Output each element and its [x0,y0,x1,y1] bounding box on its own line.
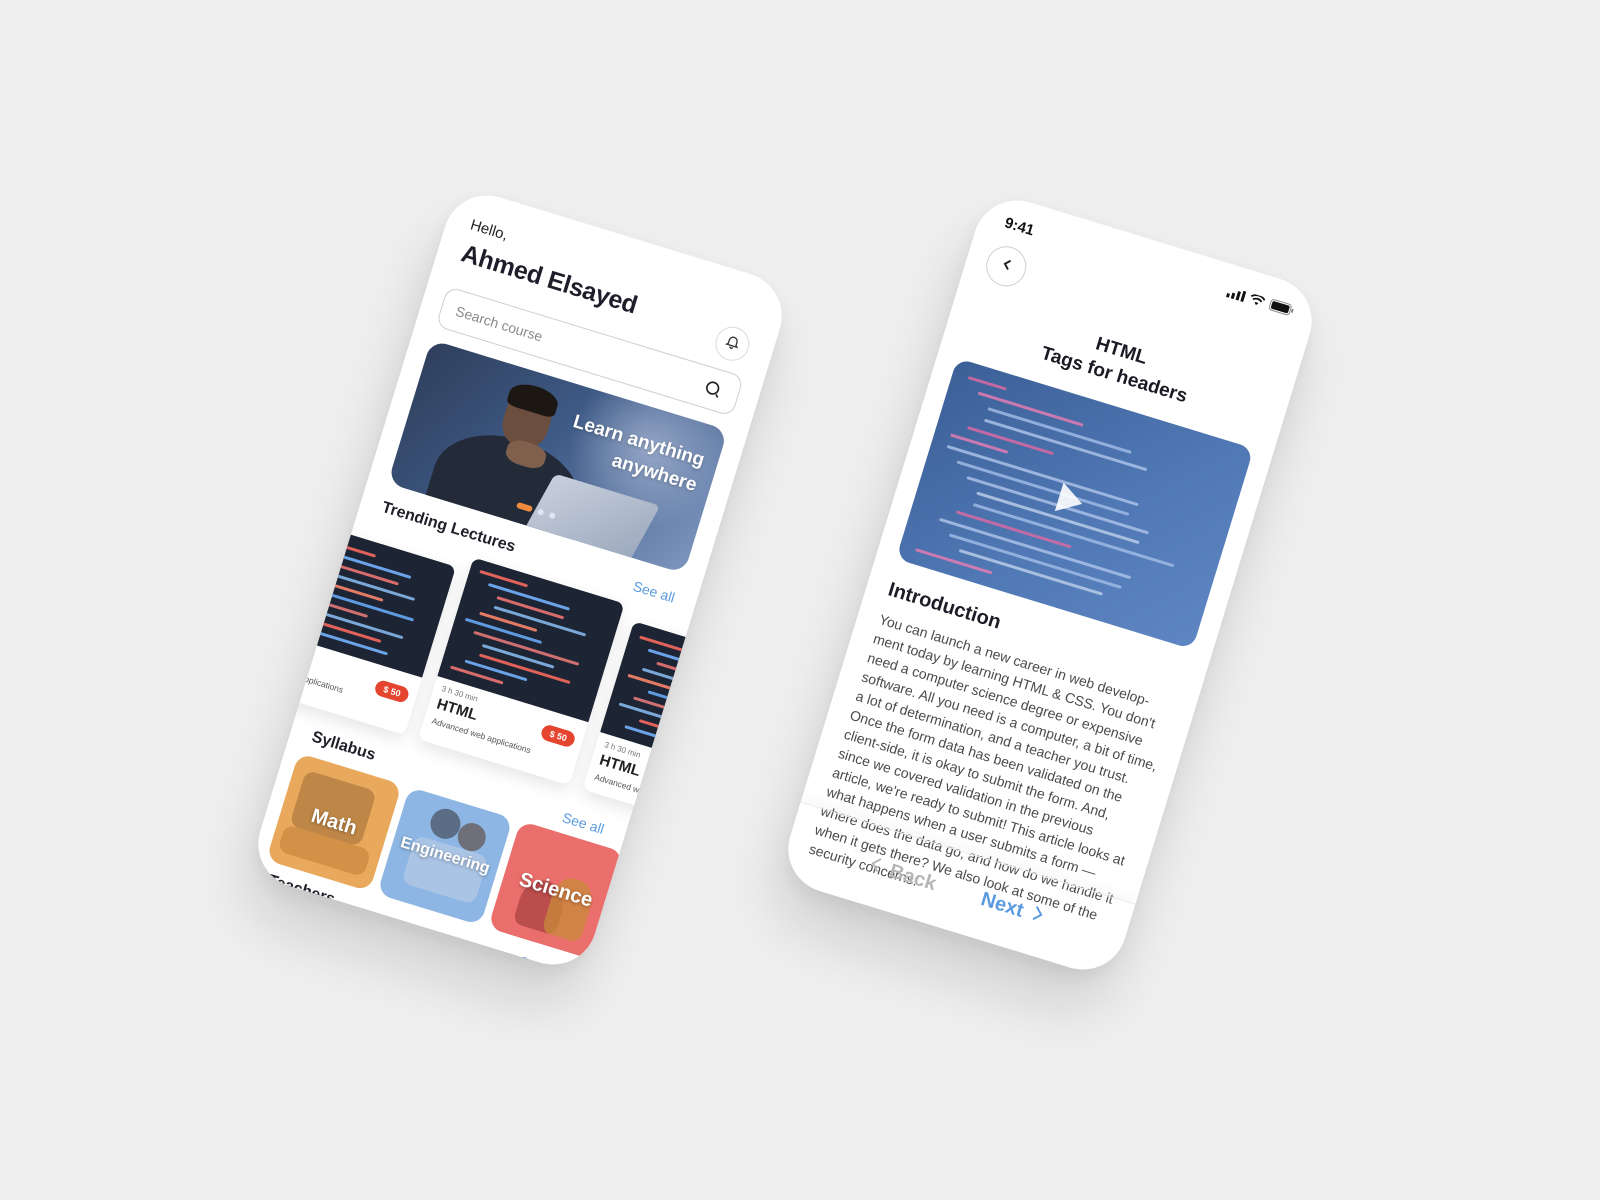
price-badge [731,787,757,801]
wifi-icon [1246,291,1267,313]
back-chevron-icon [998,256,1015,277]
home-screen: Hello, Ahmed Elsayed Search course Learn… [247,184,793,976]
battery-icon [1267,297,1296,322]
subject-tile-science[interactable]: Science [487,820,624,960]
next-lesson-button[interactable]: Next [978,888,1045,929]
mockup-scene: Hello, Ahmed Elsayed Search course Learn… [0,0,1600,1200]
status-time: 9:41 [1002,214,1037,240]
notifications-button[interactable] [711,322,754,365]
greeting-text: Hello, [468,216,510,244]
lecture-card[interactable]: L d web applications $ 50 [261,522,457,736]
lecture-subtitle: Advanced web applicat [593,771,680,807]
status-icons [1224,284,1295,321]
search-icon[interactable] [700,375,727,402]
back-label: Back [886,860,939,896]
subject-tile-engineering[interactable]: Engineering [376,786,514,926]
chevron-left-icon [867,854,883,879]
signal-icon [1224,284,1247,306]
lesson-screen: 9:41 HTML Tags for headers Introduction … [777,189,1323,981]
lecture-card[interactable]: 3 h 30 min HTML Advanced web applicat [582,621,778,834]
code-thumbnail [278,522,457,678]
chevron-right-icon [1029,904,1045,929]
next-label: Next [978,888,1027,922]
back-button[interactable] [981,241,1032,292]
subject-tile-math[interactable]: Math [266,752,403,892]
trending-see-all-link[interactable]: See all [631,578,677,606]
carousel-dot[interactable] [537,508,545,516]
bell-icon [722,331,743,356]
syllabus-see-all-link[interactable]: See all [560,809,606,837]
previous-lesson-button[interactable]: Back [867,854,939,896]
